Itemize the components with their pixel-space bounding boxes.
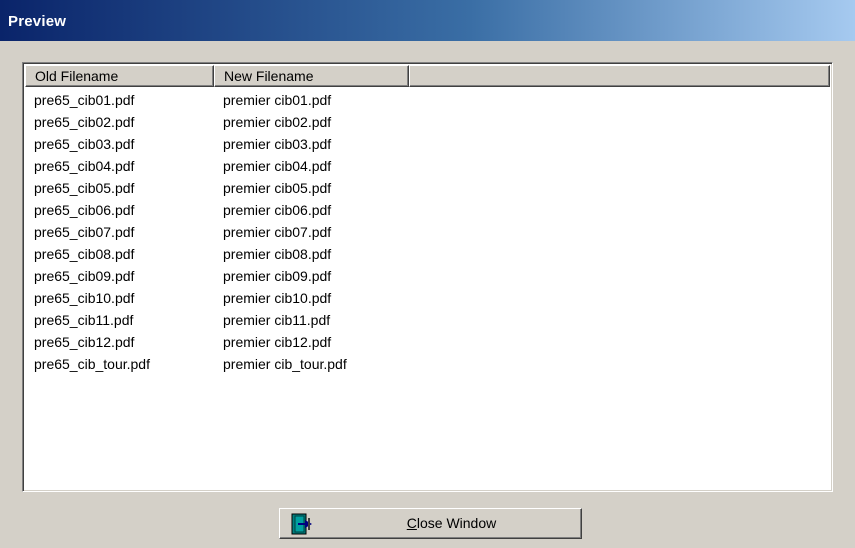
close-window-button[interactable]: Close Window — [279, 508, 582, 539]
new-filename-cell: premier cib07.pdf — [223, 224, 332, 240]
list-header: Old Filename New Filename — [25, 65, 830, 87]
new-filename-cell: premier cib02.pdf — [223, 114, 332, 130]
old-filename-cell: pre65_cib07.pdf — [34, 224, 135, 240]
close-window-mnemonic: C — [406, 515, 417, 531]
new-filename-cell: premier cib03.pdf — [223, 136, 332, 152]
close-window-label: Close Window — [280, 509, 581, 538]
list-item[interactable]: pre65_cib01.pdf premier cib01.pdf — [25, 89, 830, 111]
list-item[interactable]: pre65_cib12.pdf premier cib12.pdf — [25, 331, 830, 353]
old-filename-cell: pre65_cib_tour.pdf — [34, 356, 150, 372]
old-filename-cell: pre65_cib12.pdf — [34, 334, 135, 350]
new-filename-cell: premier cib04.pdf — [223, 158, 332, 174]
list-item[interactable]: pre65_cib05.pdf premier cib05.pdf — [25, 177, 830, 199]
old-filename-cell: pre65_cib02.pdf — [34, 114, 135, 130]
old-filename-cell: pre65_cib01.pdf — [34, 92, 135, 108]
column-header-filler — [409, 65, 830, 87]
new-filename-cell: premier cib12.pdf — [223, 334, 332, 350]
new-filename-cell: premier cib05.pdf — [223, 180, 332, 196]
list-item[interactable]: pre65_cib09.pdf premier cib09.pdf — [25, 265, 830, 287]
list-item[interactable]: pre65_cib10.pdf premier cib10.pdf — [25, 287, 830, 309]
list-item[interactable]: pre65_cib11.pdf premier cib11.pdf — [25, 309, 830, 331]
window-title: Preview — [8, 13, 67, 30]
close-window-label-rest: lose Window — [416, 515, 497, 531]
old-filename-cell: pre65_cib09.pdf — [34, 268, 135, 284]
list-rows: pre65_cib01.pdf premier cib01.pdf pre65_ci… — [25, 89, 830, 489]
old-filename-cell: pre65_cib11.pdf — [34, 312, 134, 328]
list-item[interactable]: pre65_cib03.pdf premier cib03.pdf — [25, 133, 830, 155]
old-filename-cell: pre65_cib06.pdf — [34, 202, 135, 218]
list-item[interactable]: pre65_cib08.pdf premier cib08.pdf — [25, 243, 830, 265]
new-filename-cell: premier cib01.pdf — [223, 92, 332, 108]
list-item[interactable]: pre65_cib06.pdf premier cib06.pdf — [25, 199, 830, 221]
rename-preview-list[interactable]: Old Filename New Filename pre65_cib01.pd… — [22, 62, 833, 492]
new-filename-cell: premier cib_tour.pdf — [223, 356, 347, 372]
new-filename-cell: premier cib09.pdf — [223, 268, 332, 284]
list-item[interactable]: pre65_cib02.pdf premier cib02.pdf — [25, 111, 830, 133]
list-item[interactable]: pre65_cib04.pdf premier cib04.pdf — [25, 155, 830, 177]
new-filename-cell: premier cib08.pdf — [223, 246, 332, 262]
new-filename-cell: premier cib10.pdf — [223, 290, 332, 306]
old-filename-cell: pre65_cib05.pdf — [34, 180, 135, 196]
new-filename-cell: premier cib06.pdf — [223, 202, 332, 218]
old-filename-cell: pre65_cib10.pdf — [34, 290, 135, 306]
column-header-old-filename[interactable]: Old Filename — [25, 65, 214, 87]
old-filename-cell: pre65_cib03.pdf — [34, 136, 135, 152]
preview-window: Preview Old Filename New Filename pre65_… — [0, 0, 855, 548]
old-filename-cell: pre65_cib04.pdf — [34, 158, 135, 174]
list-item[interactable]: pre65_cib07.pdf premier cib07.pdf — [25, 221, 830, 243]
title-bar[interactable]: Preview — [0, 0, 855, 41]
new-filename-cell: premier cib11.pdf — [223, 312, 331, 328]
old-filename-cell: pre65_cib08.pdf — [34, 246, 135, 262]
list-item[interactable]: pre65_cib_tour.pdf premier cib_tour.pdf — [25, 353, 830, 375]
column-header-new-filename[interactable]: New Filename — [214, 65, 409, 87]
